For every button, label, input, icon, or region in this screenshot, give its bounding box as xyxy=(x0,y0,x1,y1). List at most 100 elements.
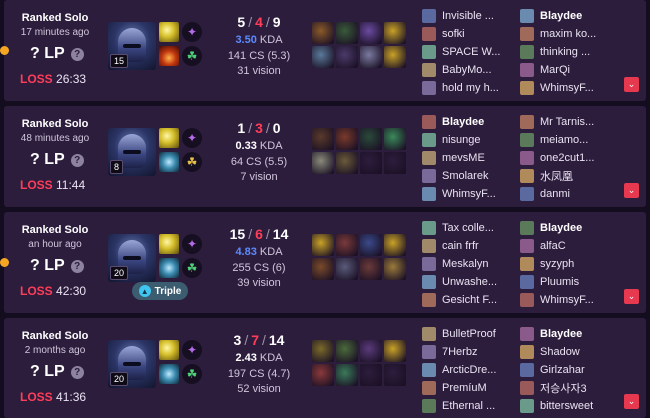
player-row[interactable]: Unwashe... xyxy=(422,274,522,290)
player-row[interactable]: Meskalyn xyxy=(422,256,522,272)
help-icon[interactable]: ? xyxy=(70,47,84,61)
keystone-rune-icon[interactable]: ✦ xyxy=(182,234,202,254)
flash-spell-icon[interactable] xyxy=(159,22,179,42)
flash-spell-icon[interactable] xyxy=(159,128,179,148)
chevron-down-icon[interactable]: ⌄ xyxy=(624,289,639,304)
help-icon[interactable]: ? xyxy=(70,365,84,379)
secondary-rune-icon[interactable]: ☘ xyxy=(182,364,202,384)
player-row[interactable]: one2cut1... xyxy=(520,150,620,166)
item-slot[interactable] xyxy=(360,22,382,44)
player-row[interactable]: maxim ko... xyxy=(520,26,620,42)
item-slot[interactable] xyxy=(336,364,358,386)
player-row[interactable]: 저승사자3 xyxy=(520,380,620,396)
player-row[interactable]: SPACE W... xyxy=(422,44,522,60)
player-row[interactable]: Smolarek xyxy=(422,168,522,184)
player-row[interactable]: Blaydee xyxy=(520,220,620,236)
item-slot[interactable] xyxy=(336,152,358,174)
item-slot[interactable] xyxy=(384,22,406,44)
item-slot[interactable] xyxy=(336,46,358,68)
item-slot[interactable] xyxy=(384,340,406,362)
secondary-rune-icon[interactable]: ☘ xyxy=(182,258,202,278)
player-row[interactable]: nisunge xyxy=(422,132,522,148)
item-slot[interactable] xyxy=(336,340,358,362)
champion-portrait[interactable]: 8 xyxy=(108,128,156,176)
item-slot[interactable] xyxy=(384,364,406,386)
flash-spell-icon[interactable] xyxy=(159,340,179,360)
item-slot[interactable] xyxy=(360,364,382,386)
player-row[interactable]: Pluumis xyxy=(520,274,620,290)
chevron-down-icon[interactable]: ⌄ xyxy=(624,394,639,409)
player-row[interactable]: Invisible ... xyxy=(422,8,522,24)
item-slot[interactable] xyxy=(312,234,334,256)
item-slot[interactable] xyxy=(312,128,334,150)
player-row[interactable]: Gesicht F... xyxy=(422,292,522,308)
player-row[interactable]: MarQi xyxy=(520,62,620,78)
secondary-rune-icon[interactable]: ☘ xyxy=(182,46,202,66)
player-row[interactable]: bittersweet xyxy=(520,398,620,414)
champion-portrait[interactable]: 20 xyxy=(108,340,156,388)
match-card[interactable]: Ranked Solo 17 minutes ago ? LP? LOSS 26:33… xyxy=(0,0,646,101)
player-row[interactable]: 7Herbz xyxy=(422,344,522,360)
item-slot[interactable] xyxy=(360,340,382,362)
ghost-spell-icon[interactable] xyxy=(159,152,179,172)
player-row[interactable]: BabyMo... xyxy=(422,62,522,78)
item-slot[interactable] xyxy=(384,152,406,174)
item-slot[interactable] xyxy=(360,234,382,256)
item-slot[interactable] xyxy=(360,152,382,174)
player-row[interactable]: Blaydee xyxy=(520,326,620,342)
item-slot[interactable] xyxy=(336,128,358,150)
help-icon[interactable]: ? xyxy=(70,259,84,273)
item-slot[interactable] xyxy=(360,258,382,280)
player-row[interactable]: Mr Tarnis... xyxy=(520,114,620,130)
help-icon[interactable]: ? xyxy=(70,153,84,167)
item-slot[interactable] xyxy=(384,128,406,150)
keystone-rune-icon[interactable]: ✦ xyxy=(182,128,202,148)
keystone-rune-icon[interactable]: ✦ xyxy=(182,340,202,360)
player-row[interactable]: WhimsyF... xyxy=(422,186,522,202)
player-row[interactable]: Ethernal ... xyxy=(422,398,522,414)
chevron-down-icon[interactable]: ⌄ xyxy=(624,183,639,198)
item-slot[interactable] xyxy=(384,234,406,256)
secondary-rune-icon[interactable]: ☘ xyxy=(182,152,202,172)
item-slot[interactable] xyxy=(384,46,406,68)
ignite-spell-icon[interactable] xyxy=(159,46,179,66)
player-row[interactable]: syzyph xyxy=(520,256,620,272)
chevron-down-icon[interactable]: ⌄ xyxy=(624,77,639,92)
player-row[interactable]: meiamo... xyxy=(520,132,620,148)
match-card[interactable]: Ranked Solo 48 minutes ago ? LP? LOSS 11:44… xyxy=(4,106,646,207)
player-row[interactable]: Blaydee xyxy=(422,114,522,130)
ghost-spell-icon[interactable] xyxy=(159,258,179,278)
item-slot[interactable] xyxy=(312,364,334,386)
player-row[interactable]: thinking ... xyxy=(520,44,620,60)
item-slot[interactable] xyxy=(312,152,334,174)
item-slot[interactable] xyxy=(312,46,334,68)
player-row[interactable]: 水凤凰 xyxy=(520,168,620,184)
player-row[interactable]: ArcticDre... xyxy=(422,362,522,378)
player-row[interactable]: PremíuM xyxy=(422,380,522,396)
item-slot[interactable] xyxy=(312,340,334,362)
item-slot[interactable] xyxy=(336,234,358,256)
player-row[interactable]: sofki xyxy=(422,26,522,42)
player-row[interactable]: WhimsyF... xyxy=(520,80,620,96)
keystone-rune-icon[interactable]: ✦ xyxy=(182,22,202,42)
champion-portrait[interactable]: 20 xyxy=(108,234,156,282)
item-slot[interactable] xyxy=(312,22,334,44)
item-slot[interactable] xyxy=(312,258,334,280)
item-slot[interactable] xyxy=(336,22,358,44)
champion-portrait[interactable]: 15 xyxy=(108,22,156,70)
flash-spell-icon[interactable] xyxy=(159,234,179,254)
ghost-spell-icon[interactable] xyxy=(159,364,179,384)
item-slot[interactable] xyxy=(336,258,358,280)
match-card[interactable]: Ranked Solo 2 months ago ? LP? LOSS 41:36 20… xyxy=(4,318,646,418)
player-row[interactable]: BulletProof xyxy=(422,326,522,342)
item-slot[interactable] xyxy=(360,46,382,68)
item-slot[interactable] xyxy=(360,128,382,150)
player-row[interactable]: Girlzahar xyxy=(520,362,620,378)
match-card[interactable]: Ranked Solo an hour ago ? LP? LOSS 42:30 20 ✦… xyxy=(0,212,646,313)
player-row[interactable]: mevsME xyxy=(422,150,522,166)
player-row[interactable]: Blaydee xyxy=(520,8,620,24)
player-row[interactable]: WhimsyF... xyxy=(520,292,620,308)
player-row[interactable]: cain frfr xyxy=(422,238,522,254)
player-row[interactable]: Shadow xyxy=(520,344,620,360)
player-row[interactable]: danmi xyxy=(520,186,620,202)
